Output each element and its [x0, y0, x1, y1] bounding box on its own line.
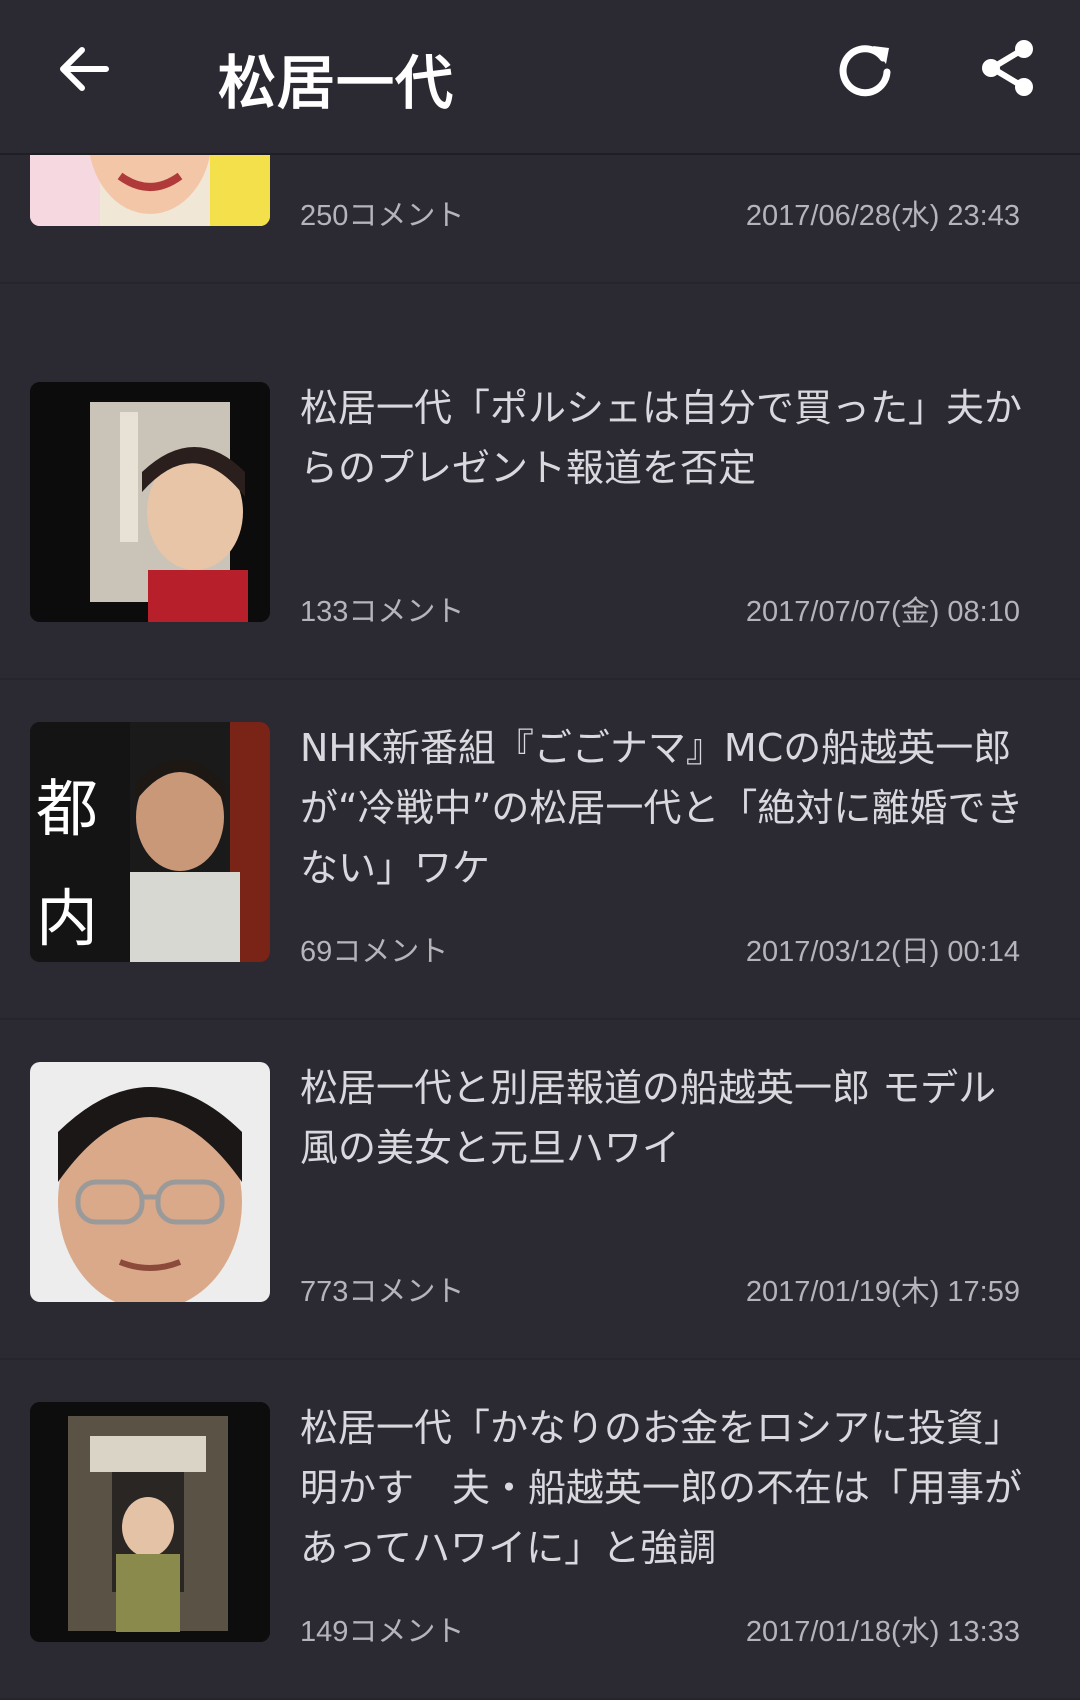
- article-date: 2017/06/28(水) 23:43: [745, 200, 1020, 232]
- article-thumbnail[interactable]: 都 内: [30, 722, 270, 962]
- share-icon: [982, 40, 1033, 96]
- thumbnail-lettering: 内: [36, 882, 98, 955]
- list-item[interactable]: 都 内 NHK新番組『ごごナマ』MCの船越英一郎が“冷戦中”の松居一代と「絶対に…: [0, 680, 1080, 1020]
- article-date: 2017/01/18(水) 13:33: [745, 1616, 1020, 1648]
- thumbnail-image: [30, 1062, 270, 1302]
- article-date: 2017/01/19(木) 17:59: [745, 1276, 1020, 1308]
- page-title: 松居一代: [218, 49, 455, 117]
- back-button[interactable]: [52, 38, 114, 100]
- thumbnail-image: [30, 1402, 270, 1642]
- comment-count: 133コメント: [300, 596, 465, 628]
- comment-count: 149コメント: [300, 1616, 465, 1648]
- comment-count: 69コメント: [300, 936, 449, 968]
- arrow-left-icon: [60, 47, 109, 91]
- thumbnail-lettering: 都: [36, 772, 98, 845]
- list-item[interactable]: 松居一代と別居報道の船越英一郎 モデル風の美女と元旦ハワイ 773コメント 20…: [0, 1020, 1080, 1360]
- list-item[interactable]: 松居一代「ポルシェは自分で買った」夫からのプレゼント報道を否定 133コメント …: [0, 340, 1080, 680]
- article-headline: 松居一代「ポルシェは自分で買った」夫からのプレゼント報道を否定: [300, 386, 1023, 490]
- share-button[interactable]: [976, 36, 1040, 100]
- article-list: 250コメント 2017/06/28(水) 23:43 松居一代「ポルシェは自分…: [0, 0, 1080, 1700]
- refresh-icon: [839, 45, 891, 97]
- thumbnail-image: [30, 382, 270, 622]
- list-item[interactable]: 松居一代「かなりのお金をロシアに投資」明かす 夫・船越英一郎の不在は「用事があっ…: [0, 1360, 1080, 1700]
- comment-count: 250コメント: [300, 200, 465, 232]
- article-headline: 松居一代と別居報道の船越英一郎 モデル風の美女と元旦ハワイ: [300, 1066, 997, 1170]
- article-thumbnail[interactable]: [30, 1402, 270, 1642]
- article-headline: 松居一代「かなりのお金をロシアに投資」明かす 夫・船越英一郎の不在は「用事があっ…: [300, 1406, 1023, 1570]
- article-thumbnail[interactable]: [30, 1062, 270, 1302]
- refresh-button[interactable]: [833, 36, 897, 100]
- article-thumbnail[interactable]: [30, 382, 270, 622]
- comment-count: 773コメント: [300, 1276, 465, 1308]
- article-date: 2017/03/12(日) 00:14: [745, 936, 1020, 968]
- article-date: 2017/07/07(金) 08:10: [745, 596, 1020, 628]
- thumbnail-image: 都 内: [30, 722, 270, 962]
- article-headline: NHK新番組『ごごナマ』MCの船越英一郎が“冷戦中”の松居一代と「絶対に離婚でき…: [300, 726, 1024, 890]
- top-app-bar: 松居一代: [0, 0, 1080, 155]
